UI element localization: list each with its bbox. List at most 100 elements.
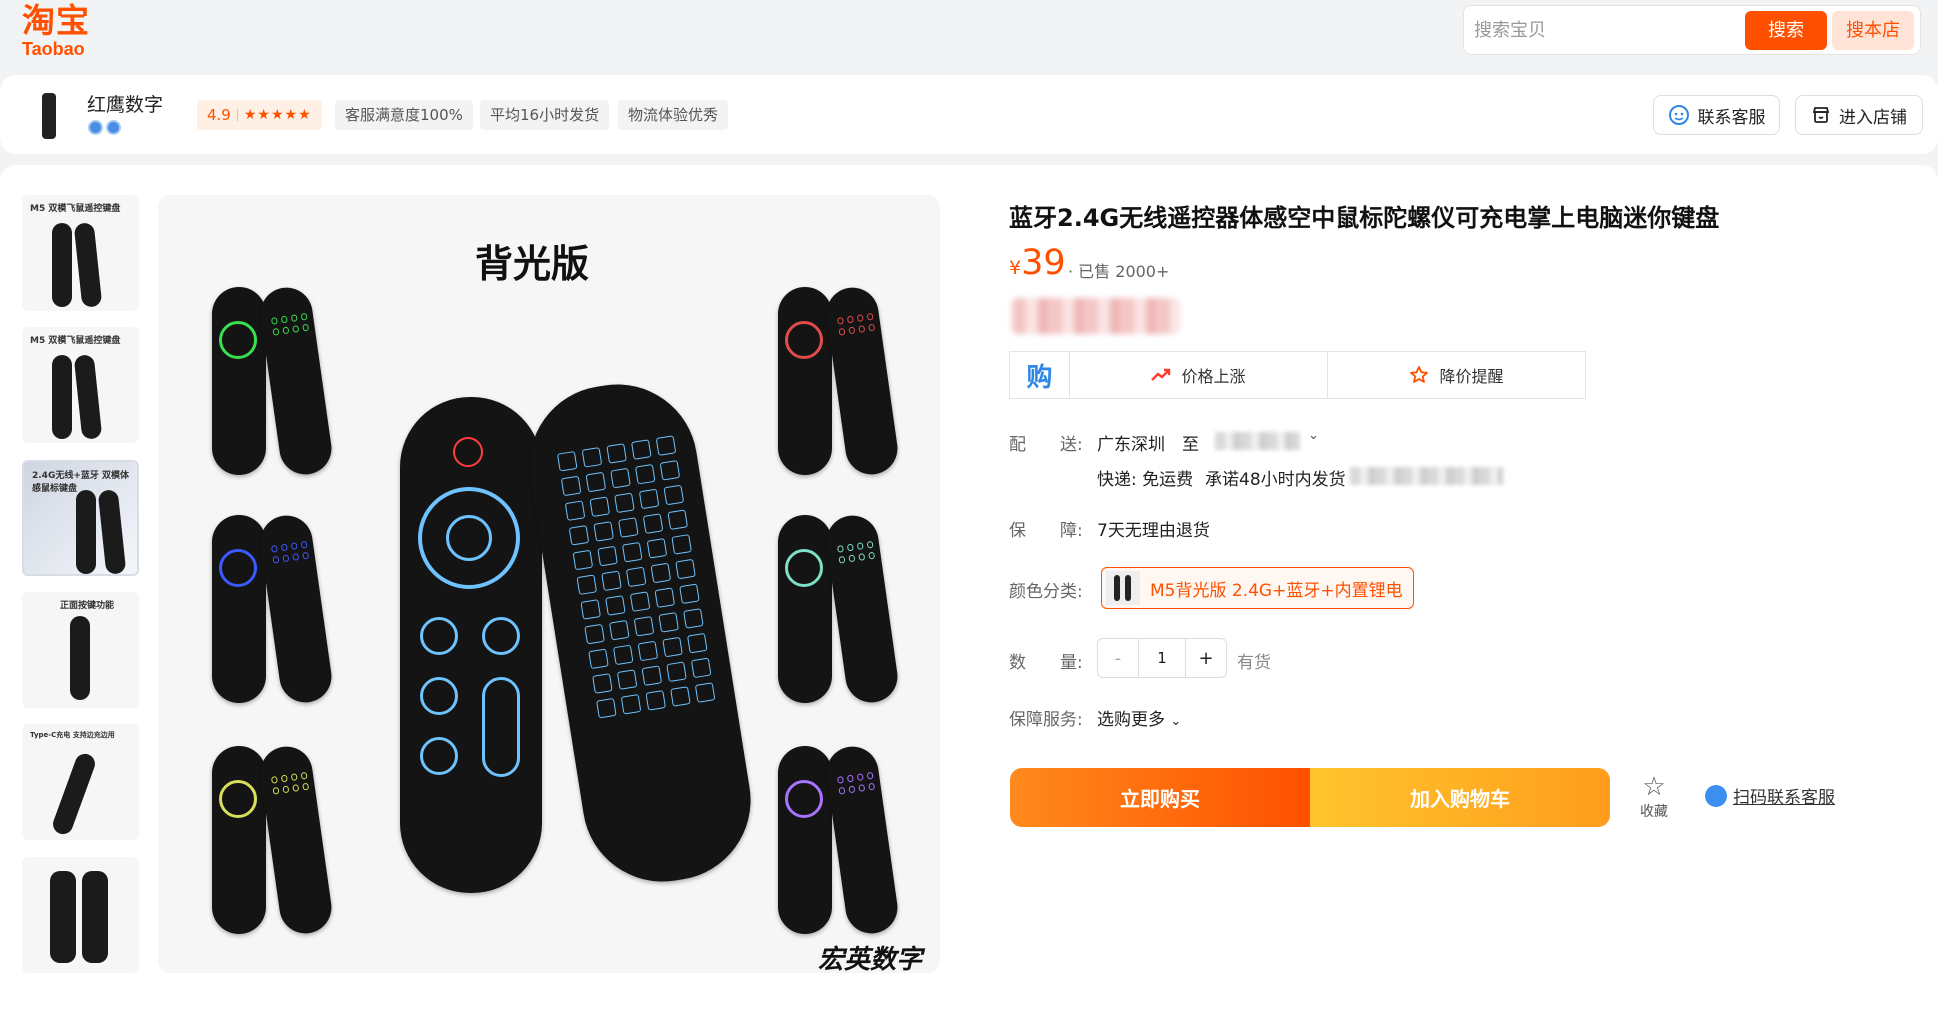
color-label: 颜色分类: — [1009, 582, 1083, 602]
price-tools: 购 价格上涨 降价提醒 — [1009, 351, 1586, 399]
price: ¥ 39 — [1009, 243, 1066, 283]
store-rating: 4.9 ★★★★★ — [197, 100, 322, 130]
quantity-decrease-button[interactable]: - — [1098, 639, 1138, 677]
price-rise-button[interactable]: 价格上涨 — [1070, 352, 1327, 398]
home-icon — [420, 617, 458, 655]
thumbnail-remote — [76, 490, 96, 574]
shop-icon — [1812, 107, 1830, 123]
thumbnail-caption: M5 双模飞鼠遥控键盘 — [30, 336, 121, 346]
gallery-thumbnail[interactable]: Type-C充电 支持边充边用 — [22, 724, 139, 840]
image-title: 背光版 — [475, 242, 590, 286]
gallery-thumbnail[interactable]: M5 双模飞鼠遥控键盘 — [22, 195, 139, 311]
gallery-thumbnail-active[interactable]: 2.4G无线+蓝牙 双模体感鼠标键盘 — [22, 460, 139, 576]
blurred-promo — [1012, 298, 1180, 334]
key-grid — [836, 312, 876, 336]
qr-service-link[interactable]: 扫码联系客服 — [1705, 783, 1835, 808]
add-to-cart-button[interactable]: 加入购物车 — [1310, 768, 1610, 827]
quantity-increase-button[interactable]: + — [1186, 639, 1226, 677]
delivery-to: 至 — [1182, 435, 1199, 455]
service-more-label: 选购更多 — [1097, 710, 1165, 730]
thumbnail-caption: M5 双模飞鼠遥控键盘 — [30, 204, 121, 214]
trend-up-icon — [1151, 368, 1171, 381]
key-grid — [270, 312, 310, 336]
star-outline-icon: ☆ — [1642, 772, 1666, 802]
keyboard-blue — [257, 512, 335, 706]
remote-blue — [212, 515, 266, 703]
enter-shop-button[interactable]: 进入店铺 — [1795, 95, 1923, 135]
keyboard-purple — [823, 743, 901, 937]
keyboard-main — [517, 372, 763, 894]
dpad-ring — [219, 780, 257, 818]
gallery-thumbnail[interactable]: 正面按键功能 — [22, 592, 139, 708]
key-grid — [270, 540, 310, 564]
enter-shop-label: 进入店铺 — [1839, 107, 1907, 128]
shop-search-button[interactable]: 搜本店 — [1832, 11, 1914, 50]
back-icon — [482, 617, 520, 655]
price-rise-label: 价格上涨 — [1181, 367, 1246, 386]
buy-now-button[interactable]: 立即购买 — [1010, 768, 1310, 827]
store-tag-logistics: 物流体验优秀 — [618, 100, 729, 130]
cursor-icon — [420, 737, 458, 775]
keyboard-red — [823, 284, 901, 478]
quantity-input[interactable]: 1 — [1138, 639, 1186, 677]
key-grid — [270, 771, 310, 795]
dpad-ring — [785, 549, 823, 587]
thumbnail-remote — [70, 616, 90, 700]
keyboard-cyan — [823, 512, 901, 706]
remote-cyan — [778, 515, 832, 703]
contact-service-label: 联系客服 — [1697, 107, 1766, 128]
chat-bubble-icon — [1705, 784, 1727, 807]
taobao-logo[interactable]: 淘宝 Taobao — [22, 2, 112, 59]
remote-red — [778, 287, 832, 475]
price-alert-button[interactable]: 降价提醒 — [1327, 352, 1585, 398]
guarantee-value: 7天无理由退货 — [1097, 521, 1210, 541]
thumbnail-keyboard — [73, 354, 103, 440]
sku-option-selected[interactable]: M5背光版 2.4G+蓝牙+内置锂电 — [1101, 567, 1414, 609]
gallery-thumbnail[interactable]: M5 双模飞鼠遥控键盘 — [22, 327, 139, 443]
store-tag-shipping: 平均16小时发货 — [480, 100, 610, 130]
gallery-thumbnail[interactable] — [22, 857, 139, 973]
main-product-image[interactable]: 背光版 宏英数字 — [158, 195, 940, 973]
remote-purple — [778, 746, 832, 934]
guarantee-label: 保 障: — [1009, 521, 1083, 541]
dpad-ring — [219, 549, 257, 587]
service-more-button[interactable]: 选购更多 ⌄ — [1097, 705, 1181, 730]
keyboard-green — [257, 284, 335, 478]
remote-yellow — [212, 746, 266, 934]
dpad-ring — [785, 321, 823, 359]
chevron-down-icon[interactable]: ⌄ — [1308, 428, 1319, 443]
power-icon — [453, 437, 483, 467]
rating-stars-icon: ★★★★★ — [243, 107, 312, 123]
thumbnail-remote — [52, 355, 72, 439]
thumbnail-caption: Type-C充电 支持边充边用 — [30, 731, 115, 739]
badge-icon — [88, 120, 103, 135]
star-outline-icon — [1410, 366, 1429, 383]
favorite-label: 收藏 — [1640, 804, 1668, 820]
volume-rocker — [482, 677, 520, 777]
ok-button-ring — [446, 515, 492, 561]
ship-promise: 承诺48小时内发货 — [1205, 470, 1346, 490]
store-avatar[interactable] — [42, 93, 56, 139]
search-input[interactable] — [1474, 14, 1744, 46]
divider — [236, 109, 238, 121]
blurred-destination[interactable] — [1215, 432, 1300, 450]
search-button[interactable]: 搜索 — [1745, 11, 1827, 50]
search-bar: 搜索 搜本店 — [1463, 5, 1921, 55]
quantity-label: 数 量: — [1009, 653, 1083, 673]
store-bar: 红鹰数字 4.9 ★★★★★ 客服满意度100% 平均16小时发货 物流体验优秀… — [0, 75, 1938, 154]
thumbnail-remote — [50, 871, 76, 963]
customer-service-icon — [1668, 105, 1689, 125]
store-level-badges — [88, 120, 121, 135]
store-name[interactable]: 红鹰数字 — [87, 90, 163, 117]
favorite-button[interactable]: ☆ 收藏 — [1636, 773, 1672, 821]
contact-service-button[interactable]: 联系客服 — [1653, 95, 1780, 135]
rating-score: 4.9 — [207, 106, 231, 124]
blurred-ship-detail — [1350, 467, 1503, 485]
thumbnail-keyboard — [73, 222, 103, 308]
logo-en: Taobao — [22, 39, 85, 59]
badge-icon — [106, 120, 121, 135]
qr-service-label: 扫码联系客服 — [1733, 788, 1835, 808]
store-tag-service: 客服满意度100% — [335, 100, 473, 130]
quantity-stepper: - 1 + — [1097, 638, 1227, 678]
thumbnail-caption: 正面按键功能 — [60, 601, 115, 611]
